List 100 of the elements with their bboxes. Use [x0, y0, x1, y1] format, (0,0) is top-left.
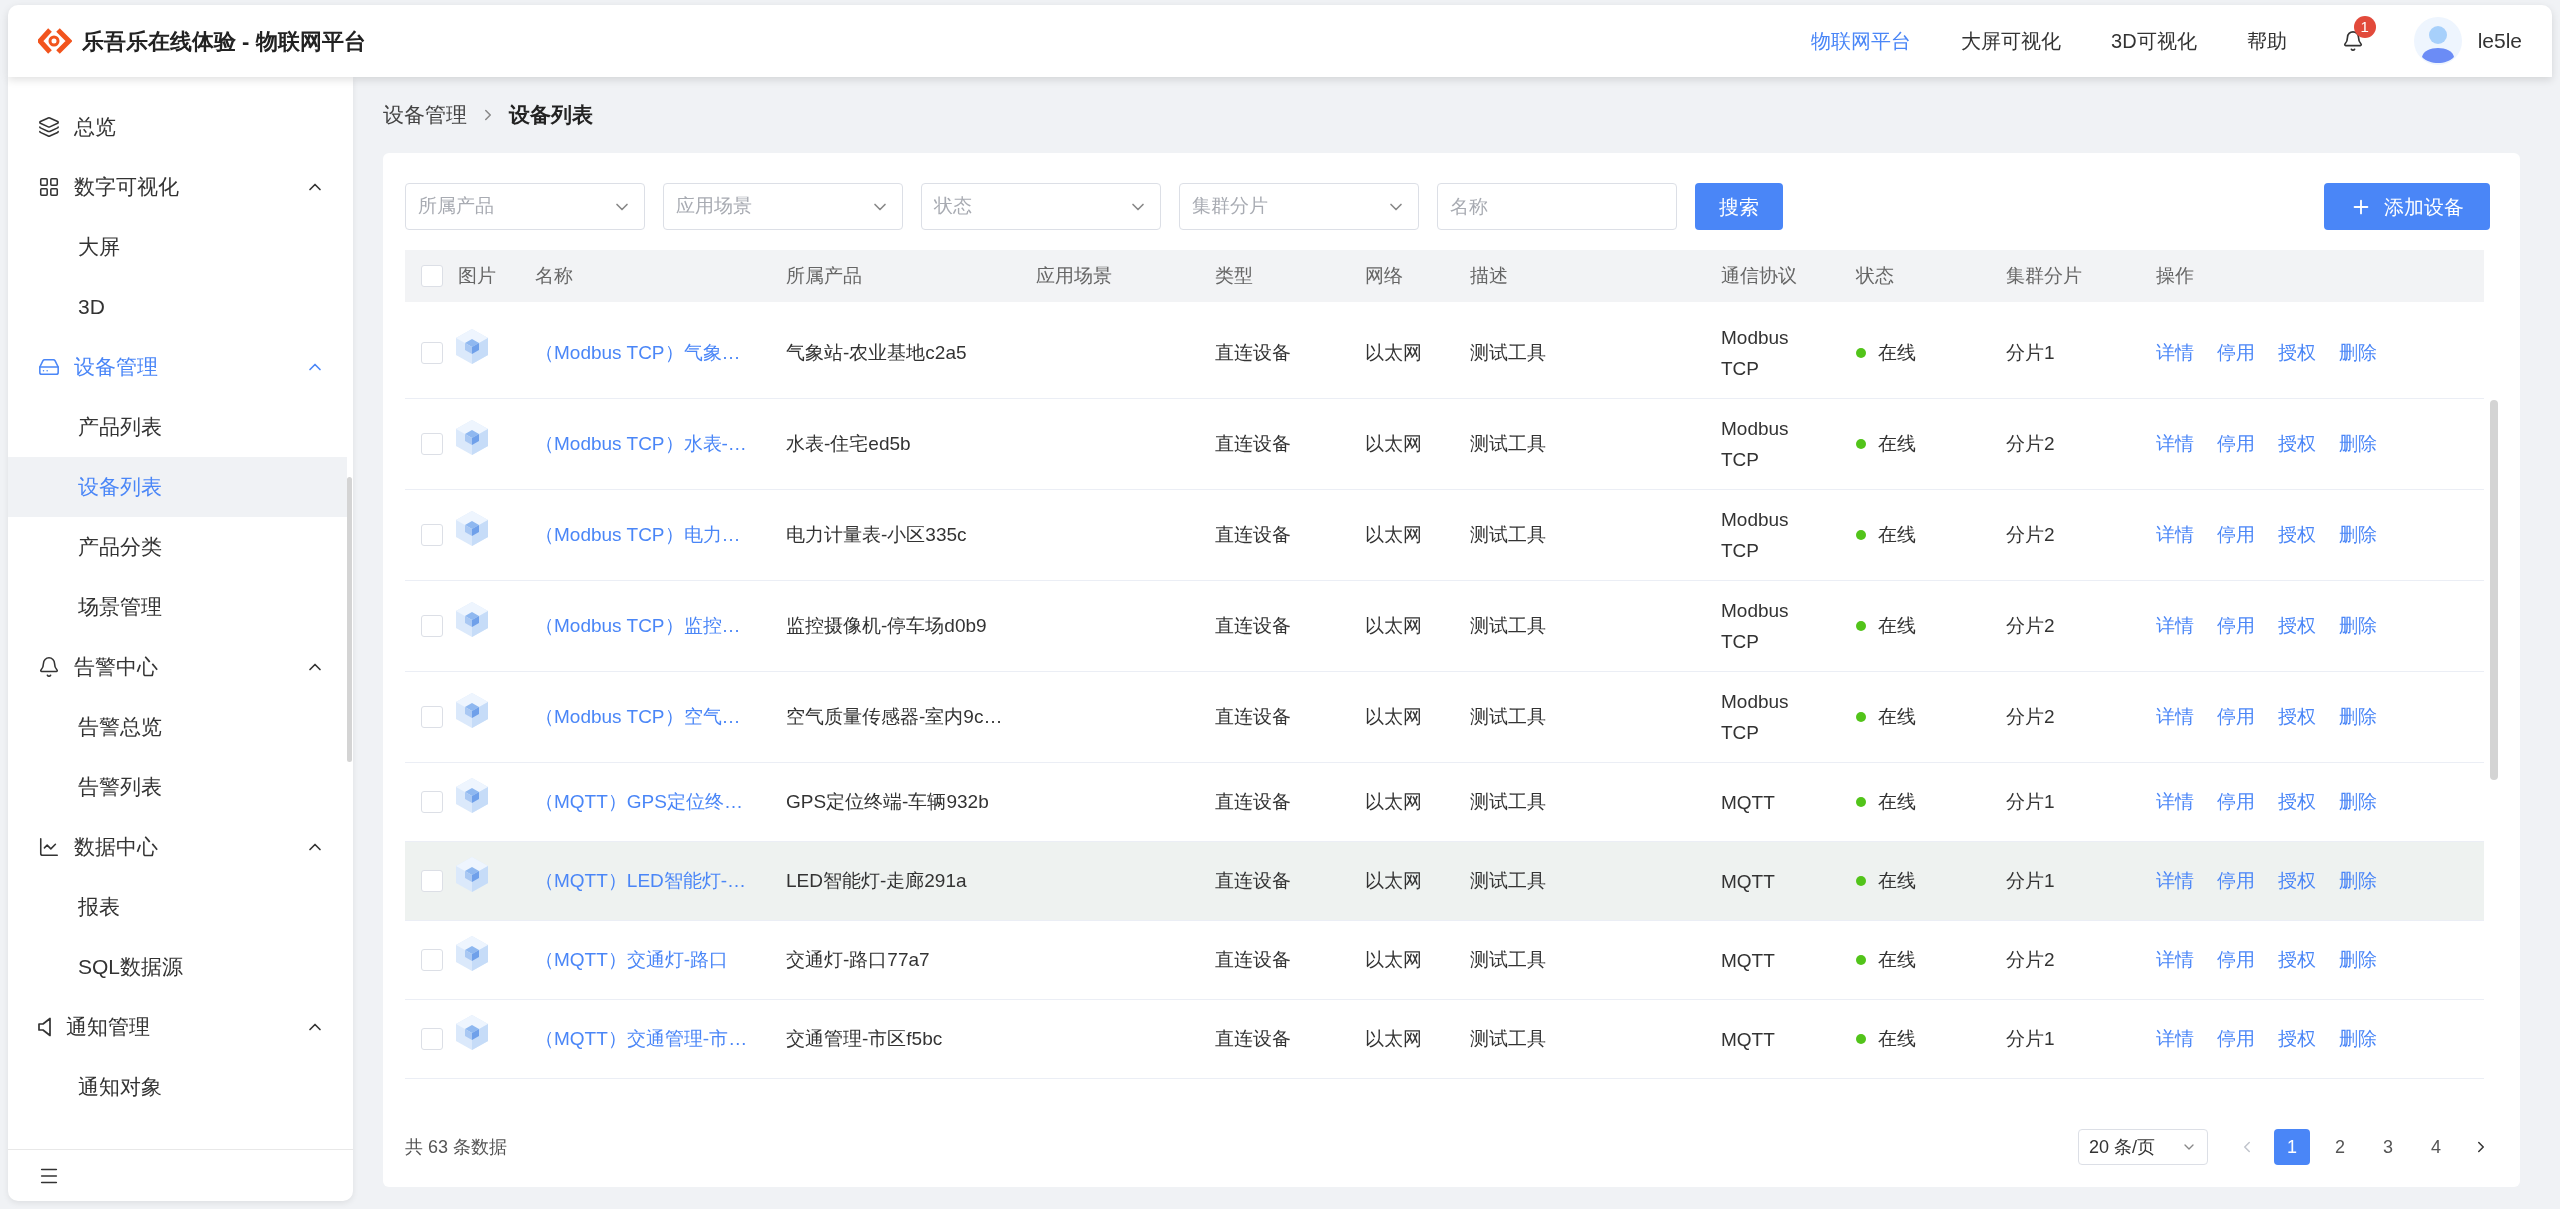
row-checkbox[interactable] [421, 706, 443, 728]
sidebar-item[interactable]: 设备列表 [8, 457, 347, 517]
page-button[interactable]: 4 [2418, 1129, 2454, 1165]
action-link[interactable]: 授权 [2278, 945, 2316, 975]
action-link[interactable]: 详情 [2156, 338, 2194, 368]
sidebar-item[interactable]: 告警列表 [8, 757, 347, 817]
sidebar-group[interactable]: 数据中心 [8, 817, 347, 877]
sidebar-item[interactable]: 产品分类 [8, 517, 347, 577]
action-link[interactable]: 授权 [2278, 787, 2316, 817]
action-link[interactable]: 停用 [2217, 429, 2255, 459]
action-link[interactable]: 停用 [2217, 338, 2255, 368]
action-link[interactable]: 停用 [2217, 520, 2255, 550]
action-link[interactable]: 删除 [2339, 1024, 2377, 1054]
table-cell: 直连设备 [1215, 341, 1291, 363]
action-link[interactable]: 删除 [2339, 945, 2377, 975]
action-link[interactable]: 删除 [2339, 702, 2377, 732]
device-name-link[interactable]: （Modbus TCP）电力… [535, 523, 741, 545]
action-link[interactable]: 授权 [2278, 429, 2316, 459]
table-scrollbar[interactable] [2490, 400, 2498, 780]
user-name[interactable]: le5le [2477, 25, 2522, 57]
sidebar-item[interactable]: 产品列表 [8, 397, 347, 457]
select-field[interactable]: 集群分片 [1179, 183, 1419, 230]
device-name-link[interactable]: （Modbus TCP）气象… [535, 341, 741, 363]
action-link[interactable]: 删除 [2339, 866, 2377, 896]
select-field[interactable]: 应用场景 [663, 183, 903, 230]
device-name-link[interactable]: （MQTT）交通管理-市… [535, 1027, 748, 1049]
action-link[interactable]: 详情 [2156, 945, 2194, 975]
action-link[interactable]: 授权 [2278, 866, 2316, 896]
row-checkbox[interactable] [421, 791, 443, 813]
avatar-icon[interactable] [2413, 17, 2462, 65]
nav-link[interactable]: 帮助 [2246, 26, 2287, 56]
page-button[interactable]: 2 [2322, 1129, 2358, 1165]
device-name-link[interactable]: （Modbus TCP）水表-… [535, 432, 747, 454]
name-input-field[interactable]: 名称 [1437, 183, 1677, 230]
table-row[interactable]: （MQTT）LED智能灯-… LED智能灯-走廊291a 直连设备 以太网 测试工具 MQTT 在线 分片1 详情 停用 授权 删除 [405, 842, 2484, 921]
page-button[interactable]: 1 [2274, 1129, 2310, 1165]
action-link[interactable]: 停用 [2217, 945, 2255, 975]
device-name-link[interactable]: （Modbus TCP）监控… [535, 614, 741, 636]
action-link[interactable]: 授权 [2278, 702, 2316, 732]
select-field[interactable]: 所属产品 [405, 183, 645, 230]
device-name-link[interactable]: （MQTT）交通灯-路口 [535, 948, 729, 970]
action-link[interactable]: 删除 [2339, 429, 2377, 459]
action-link[interactable]: 删除 [2339, 611, 2377, 641]
sidebar-item[interactable]: 3D [8, 277, 347, 337]
row-checkbox[interactable] [421, 949, 443, 971]
select-field[interactable]: 状态 [921, 183, 1161, 230]
notification-bell-icon[interactable] [2341, 30, 2364, 52]
device-name-link[interactable]: （MQTT）LED智能灯-… [535, 869, 747, 891]
table-cell-text: Modbus TCP [1721, 326, 1790, 381]
add-device-button[interactable]: 添加设备 [2324, 183, 2490, 230]
device-name-link[interactable]: （MQTT）GPS定位终… [535, 790, 743, 812]
table-cell-text: MQTT [1721, 790, 1776, 815]
action-link[interactable]: 授权 [2278, 611, 2316, 641]
action-link[interactable]: 详情 [2156, 702, 2194, 732]
row-checkbox[interactable] [421, 615, 443, 637]
nav-link[interactable]: 物联网平台 [1811, 26, 1912, 56]
action-link[interactable]: 停用 [2217, 1024, 2255, 1054]
action-link[interactable]: 授权 [2278, 338, 2316, 368]
sidebar-item[interactable]: SQL数据源 [8, 937, 347, 997]
table-cell: 分片2 [2006, 948, 2055, 970]
row-checkbox[interactable] [421, 1028, 443, 1050]
search-button[interactable]: 搜索 [1695, 183, 1783, 230]
sidebar-group[interactable]: 通知管理 [8, 997, 347, 1057]
sidebar-group[interactable]: 告警中心 [8, 637, 347, 697]
action-link[interactable]: 详情 [2156, 866, 2194, 896]
action-link[interactable]: 详情 [2156, 429, 2194, 459]
action-link[interactable]: 停用 [2217, 787, 2255, 817]
sidebar-item[interactable]: 告警总览 [8, 697, 347, 757]
action-link[interactable]: 详情 [2156, 787, 2194, 817]
action-link[interactable]: 详情 [2156, 611, 2194, 641]
action-link[interactable]: 授权 [2278, 520, 2316, 550]
nav-link[interactable]: 3D可视化 [2111, 26, 2197, 56]
sidebar-item[interactable]: 大屏 [8, 217, 347, 277]
sidebar-group[interactable]: 设备管理 [8, 337, 347, 397]
row-checkbox[interactable] [421, 342, 443, 364]
scrollbar[interactable] [347, 477, 352, 762]
sidebar-group[interactable]: 数字可视化 [8, 157, 347, 217]
action-link[interactable]: 停用 [2217, 866, 2255, 896]
row-checkbox[interactable] [421, 524, 443, 546]
select-all-checkbox[interactable] [421, 265, 443, 287]
row-checkbox[interactable] [421, 870, 443, 892]
action-link[interactable]: 删除 [2339, 787, 2377, 817]
nav-link[interactable]: 大屏可视化 [1961, 26, 2062, 56]
sidebar-group[interactable]: 总览 [8, 97, 347, 157]
action-link[interactable]: 授权 [2278, 1024, 2316, 1054]
action-link[interactable]: 删除 [2339, 520, 2377, 550]
page-size-select[interactable]: 20 条/页 [2078, 1129, 2208, 1165]
sidebar-item[interactable]: 场景管理 [8, 577, 347, 637]
action-link[interactable]: 删除 [2339, 338, 2377, 368]
action-link[interactable]: 停用 [2217, 702, 2255, 732]
page-button[interactable]: 3 [2370, 1129, 2406, 1165]
device-name-link[interactable]: （Modbus TCP）空气… [535, 705, 741, 727]
sidebar-item[interactable]: 报表 [8, 877, 347, 937]
action-link[interactable]: 详情 [2156, 1024, 2194, 1054]
breadcrumb-link[interactable]: 设备管理 [383, 99, 467, 131]
row-checkbox[interactable] [421, 433, 443, 455]
table-cell: 以太网 [1365, 948, 1422, 970]
sidebar-item[interactable]: 通知对象 [8, 1057, 347, 1117]
action-link[interactable]: 详情 [2156, 520, 2194, 550]
action-link[interactable]: 停用 [2217, 611, 2255, 641]
